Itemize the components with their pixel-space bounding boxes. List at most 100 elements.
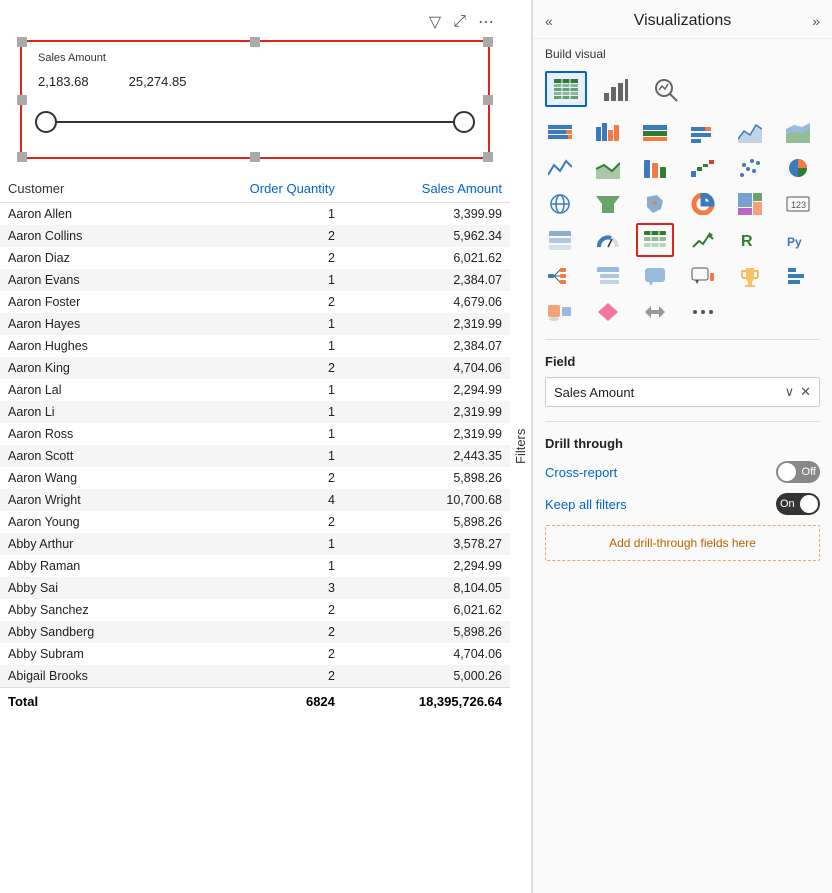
keep-filters-toggle[interactable]: On xyxy=(776,493,820,515)
data-table: Customer Order Quantity Sales Amount Aar… xyxy=(0,175,510,715)
drill-add-fields[interactable]: Add drill-through fields here xyxy=(545,525,820,561)
filter-icon[interactable]: ▽ xyxy=(429,12,441,32)
viz-qna[interactable] xyxy=(684,259,722,293)
table-row: Abby Arthur13,578.27 xyxy=(0,533,510,555)
cell-sales-amount: 6,021.62 xyxy=(343,599,510,621)
viz-type-bar[interactable] xyxy=(595,71,637,107)
cell-sales-amount: 5,962.34 xyxy=(343,225,510,247)
viz-stacked-bar[interactable] xyxy=(541,115,579,149)
viz-icon-grid: 123 R Py xyxy=(533,111,832,333)
col-customer[interactable]: Customer xyxy=(0,175,172,203)
viz-line-area[interactable] xyxy=(589,151,627,185)
viz-trophy[interactable] xyxy=(731,259,769,293)
viz-py-icon[interactable]: Py xyxy=(779,223,817,257)
slider-handle-left[interactable] xyxy=(35,111,57,133)
viz-speech-bubble[interactable] xyxy=(636,259,674,293)
expand-viz-icon[interactable]: » xyxy=(812,13,820,29)
footer-label: Total xyxy=(0,688,172,716)
cell-customer: Abby Sai xyxy=(0,577,172,599)
viz-waterfall[interactable] xyxy=(684,151,722,185)
table-row: Abby Sanchez26,021.62 xyxy=(0,599,510,621)
viz-ribbon[interactable] xyxy=(636,151,674,185)
viz-slicer-selected[interactable] xyxy=(636,223,674,257)
cell-sales-amount: 4,679.06 xyxy=(343,291,510,313)
viz-stacked-area[interactable] xyxy=(779,115,817,149)
resize-handle-tr[interactable] xyxy=(483,37,493,47)
resize-handle-tm[interactable] xyxy=(250,37,260,47)
cell-sales-amount: 4,704.06 xyxy=(343,357,510,379)
viz-arrows[interactable] xyxy=(636,295,674,329)
build-visual-label: Build visual xyxy=(533,39,832,67)
viz-stacked-bar-100[interactable] xyxy=(636,115,674,149)
viz-clustered-bar[interactable] xyxy=(589,115,627,149)
viz-area-chart[interactable] xyxy=(731,115,769,149)
table-scroll[interactable]: Customer Order Quantity Sales Amount Aar… xyxy=(0,175,510,715)
viz-bar-horizontal[interactable] xyxy=(779,259,817,293)
viz-r-icon[interactable]: R xyxy=(731,223,769,257)
field-input[interactable]: Sales Amount ∨ ✕ xyxy=(545,377,820,407)
viz-map-pin[interactable] xyxy=(541,295,579,329)
cell-customer: Abby Arthur xyxy=(0,533,172,555)
viz-diamond[interactable] xyxy=(589,295,627,329)
cell-order-qty: 2 xyxy=(172,247,343,269)
viz-globe[interactable] xyxy=(541,187,579,221)
resize-handle-tl[interactable] xyxy=(17,37,27,47)
viz-decomp-tree[interactable] xyxy=(541,259,579,293)
viz-number-card[interactable]: 123 xyxy=(779,187,817,221)
viz-filled-map[interactable] xyxy=(636,187,674,221)
chevron-down-icon[interactable]: ∨ xyxy=(785,384,795,400)
right-panel: « Visualizations » Build visual xyxy=(532,0,832,893)
viz-kpi[interactable] xyxy=(684,223,722,257)
cell-customer: Aaron Allen xyxy=(0,203,172,226)
keep-filters-row: Keep all filters On xyxy=(545,493,820,515)
resize-handle-rm[interactable] xyxy=(483,95,493,105)
cell-order-qty: 2 xyxy=(172,599,343,621)
slider-handle-right[interactable] xyxy=(453,111,475,133)
table-row: Aaron Wright410,700.68 xyxy=(0,489,510,511)
cell-customer: Abby Subram xyxy=(0,643,172,665)
keep-filters-switch[interactable]: On xyxy=(776,493,820,515)
viz-donut[interactable] xyxy=(684,187,722,221)
viz-funnel[interactable] xyxy=(589,187,627,221)
svg-text:123: 123 xyxy=(791,200,806,210)
filters-tab[interactable]: Filters xyxy=(510,0,532,893)
viz-treemap[interactable] xyxy=(731,187,769,221)
col-sales-amount[interactable]: Sales Amount xyxy=(343,175,510,203)
viz-more-visuals[interactable] xyxy=(684,295,722,329)
cell-customer: Aaron Diaz xyxy=(0,247,172,269)
more-options-icon[interactable]: ⋯ xyxy=(478,12,494,32)
viz-gauge[interactable] xyxy=(589,223,627,257)
viz-line-chart[interactable] xyxy=(541,151,579,185)
cross-report-toggle[interactable]: Off xyxy=(776,461,820,483)
expand-icon[interactable]: ⤢ xyxy=(453,13,466,31)
cell-sales-amount: 2,294.99 xyxy=(343,379,510,401)
viz-scatter[interactable] xyxy=(731,151,769,185)
cross-report-label: Cross-report xyxy=(545,465,617,480)
viz-hierarchy-slicer[interactable] xyxy=(589,259,627,293)
table-section: Customer Order Quantity Sales Amount Aar… xyxy=(0,175,510,893)
drill-label: Drill through xyxy=(545,436,820,451)
viz-title: Visualizations xyxy=(634,12,732,30)
resize-handle-bl[interactable] xyxy=(17,152,27,162)
viz-bar-chart-2[interactable] xyxy=(684,115,722,149)
field-input-value: Sales Amount xyxy=(554,385,781,400)
resize-handle-bm[interactable] xyxy=(250,152,260,162)
cross-report-switch[interactable]: Off xyxy=(776,461,820,483)
collapse-viz-icon[interactable]: « xyxy=(545,13,553,29)
slicer-value-left: 2,183.68 xyxy=(38,74,89,89)
viz-pie[interactable] xyxy=(779,151,817,185)
resize-handle-lm[interactable] xyxy=(17,95,27,105)
viz-type-search[interactable] xyxy=(645,71,687,107)
viz-type-table[interactable] xyxy=(545,71,587,107)
cell-customer: Aaron Evans xyxy=(0,269,172,291)
col-order-qty[interactable]: Order Quantity xyxy=(172,175,343,203)
cell-order-qty: 2 xyxy=(172,643,343,665)
resize-handle-br[interactable] xyxy=(483,152,493,162)
viz-multi-row-card[interactable] xyxy=(541,223,579,257)
svg-text:Py: Py xyxy=(787,235,802,249)
cell-customer: Abby Sanchez xyxy=(0,599,172,621)
slicer-slider[interactable] xyxy=(46,107,464,137)
close-field-icon[interactable]: ✕ xyxy=(800,384,811,400)
cell-order-qty: 2 xyxy=(172,291,343,313)
cell-sales-amount: 2,384.07 xyxy=(343,335,510,357)
